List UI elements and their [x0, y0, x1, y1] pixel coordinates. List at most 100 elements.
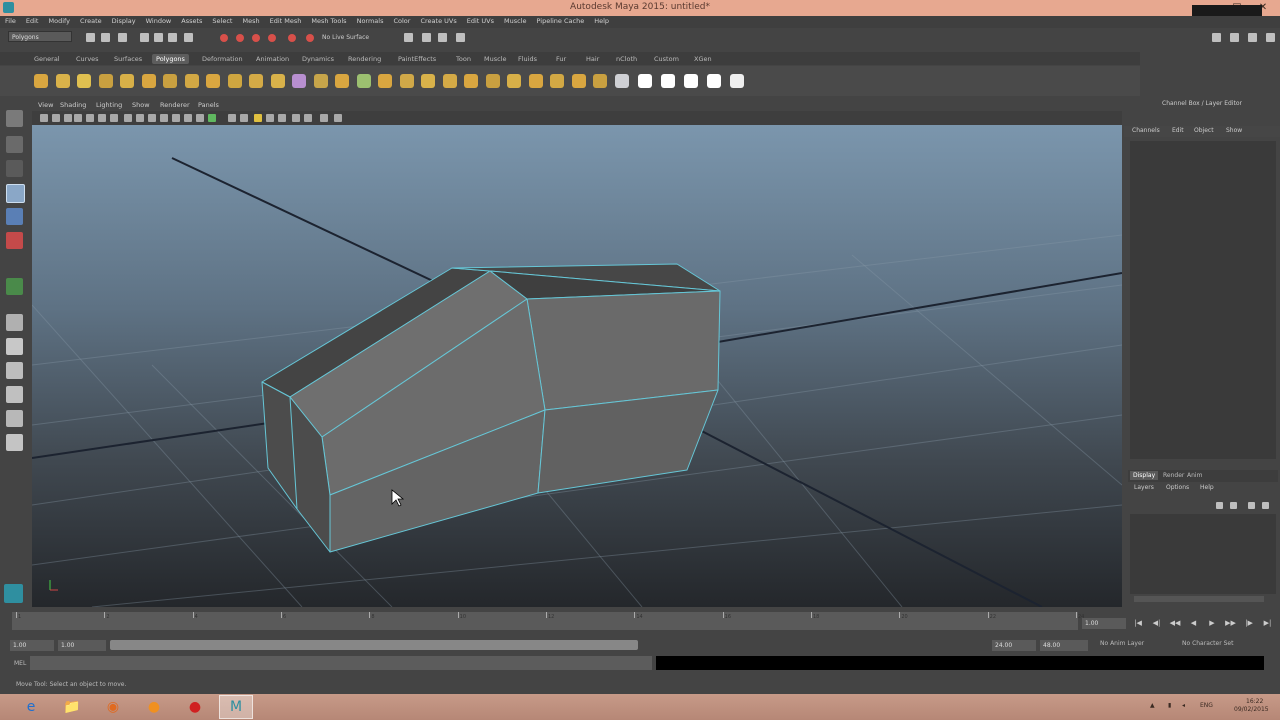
menu-assets[interactable]: Assets [176, 16, 207, 28]
prism-icon[interactable] [163, 74, 177, 88]
menu-edit-uvs[interactable]: Edit UVs [462, 16, 499, 28]
render-settings-icon[interactable] [456, 33, 465, 42]
cone-icon[interactable] [98, 74, 113, 88]
menu-mesh[interactable]: Mesh [237, 16, 264, 28]
layer-menu-help[interactable]: Help [1200, 484, 1214, 491]
textured-icon[interactable] [228, 114, 236, 122]
menu-normals[interactable]: Normals [352, 16, 389, 28]
shelf-tab-fur[interactable]: Fur [552, 54, 570, 64]
red-app-icon[interactable]: ● [178, 695, 212, 719]
pyramid-icon[interactable] [184, 74, 199, 88]
menu-file[interactable]: File [0, 16, 21, 28]
single-perspective-layout-icon[interactable] [6, 314, 23, 331]
wireframe-on-shaded-icon[interactable] [208, 114, 216, 122]
new-layer-selected-icon[interactable] [1230, 502, 1237, 509]
shelf-tab-fluids[interactable]: Fluids [514, 54, 541, 64]
shelf-tab-deformation[interactable]: Deformation [198, 54, 247, 64]
shelf-tab-hair[interactable]: Hair [582, 54, 603, 64]
create-poly-icon[interactable] [637, 74, 652, 88]
menu-modify[interactable]: Modify [43, 16, 75, 28]
step-back-frame-button[interactable]: ◀◀ [1169, 619, 1181, 628]
field-chart-icon[interactable] [136, 114, 144, 122]
sculpt-icon[interactable] [660, 74, 675, 88]
booleans-icon[interactable] [356, 74, 371, 88]
smooth-icon[interactable] [378, 74, 392, 88]
menu-display[interactable]: Display [107, 16, 141, 28]
panel-menu-view[interactable]: View [38, 101, 53, 109]
ambient-occlusion-icon[interactable] [266, 114, 274, 122]
bridge-icon[interactable] [421, 74, 435, 88]
sphere-icon[interactable] [34, 74, 48, 88]
layer-menu-layers[interactable]: Layers [1134, 484, 1154, 491]
network-icon[interactable]: ▮ [1168, 702, 1171, 709]
perspective-viewport[interactable] [32, 125, 1122, 607]
soccer-icon[interactable] [249, 74, 263, 88]
offset-loop-icon[interactable] [593, 74, 607, 88]
shelf-tab-toon[interactable]: Toon [452, 54, 475, 64]
rotate-tool-icon[interactable] [6, 208, 23, 225]
panel-menu-show[interactable]: Show [132, 101, 150, 109]
snap-point-icon[interactable] [252, 34, 260, 42]
menu-create[interactable]: Create [75, 16, 107, 28]
camera-attributes-icon[interactable] [52, 114, 60, 122]
clock-date[interactable]: 09/02/2015 [1234, 706, 1269, 713]
menu-muscle[interactable]: Muscle [499, 16, 532, 28]
fill-hole-icon[interactable] [464, 74, 478, 88]
split-icon[interactable] [550, 74, 564, 88]
bevel-icon[interactable] [507, 74, 521, 88]
menu-window[interactable]: Window [141, 16, 177, 28]
ie-icon[interactable]: e [14, 695, 48, 719]
new-layer-icon[interactable] [1216, 502, 1223, 509]
menu-select[interactable]: Select [207, 16, 237, 28]
channel-box-menu-edit[interactable]: Edit [1172, 127, 1184, 134]
tray-arrow-icon[interactable]: ▲ [1150, 702, 1155, 709]
lasso-tool-icon[interactable] [6, 136, 23, 153]
layer-scrollbar[interactable] [1134, 596, 1264, 602]
combine-icon[interactable] [292, 74, 306, 88]
hypershade-layout-icon[interactable] [6, 410, 23, 427]
snap-icon[interactable] [683, 74, 698, 88]
play-backwards-button[interactable]: ◀ [1188, 619, 1200, 628]
smooth-shade-icon[interactable] [184, 114, 192, 122]
safe-action-icon[interactable] [148, 114, 156, 122]
menu-mesh-tools[interactable]: Mesh Tools [306, 16, 351, 28]
shelf-tab-rendering[interactable]: Rendering [344, 54, 385, 64]
current-frame-field[interactable]: 1.00 [1082, 618, 1126, 629]
layer-down-icon[interactable] [1262, 502, 1269, 509]
merge-icon[interactable] [528, 74, 543, 88]
image-plane-icon[interactable] [74, 114, 82, 122]
select-component-icon[interactable] [168, 33, 177, 42]
select-object-icon[interactable] [154, 33, 163, 42]
go-to-start-button[interactable]: |◀ [1132, 619, 1144, 628]
orange-app-icon[interactable]: ● [137, 695, 171, 719]
new-scene-icon[interactable] [86, 33, 95, 42]
persp-outliner-layout-icon[interactable] [6, 362, 23, 379]
layout-icon[interactable] [1266, 33, 1275, 42]
panel-menu-renderer[interactable]: Renderer [160, 101, 190, 109]
language-indicator[interactable]: ENG [1200, 702, 1213, 709]
plane-icon[interactable] [120, 74, 134, 88]
ipr-render-icon[interactable] [438, 33, 447, 42]
scale-tool-icon[interactable] [6, 232, 23, 249]
step-forward-key-button[interactable]: |▶ [1243, 619, 1255, 628]
shelf-tab-dynamics[interactable]: Dynamics [298, 54, 338, 64]
outliner-layout-icon[interactable] [6, 434, 23, 451]
step-back-key-button[interactable]: ◀| [1151, 619, 1163, 628]
show-attribute-editor-icon[interactable] [1212, 33, 1221, 42]
xray-joints-icon[interactable] [304, 114, 312, 122]
layer-list[interactable] [1130, 514, 1276, 594]
shelf-tab-xgen[interactable]: XGen [690, 54, 716, 64]
shelf-tab-curves[interactable]: Curves [72, 54, 103, 64]
maya-icon[interactable]: M [219, 695, 253, 719]
save-scene-icon[interactable] [118, 33, 127, 42]
snap-curve-icon[interactable] [236, 34, 244, 42]
safe-title-icon[interactable] [160, 114, 168, 122]
default-material-icon[interactable] [196, 114, 204, 122]
playback-end-field[interactable]: 24.00 [992, 640, 1036, 651]
range-slider-bar[interactable] [110, 640, 638, 650]
animation-start-field[interactable]: 1.00 [10, 640, 54, 651]
bookmarks-icon[interactable] [64, 114, 72, 122]
cylinder-icon[interactable] [77, 74, 91, 88]
select-tool-icon[interactable] [6, 110, 23, 127]
panel-menu-shading[interactable]: Shading [60, 101, 86, 109]
